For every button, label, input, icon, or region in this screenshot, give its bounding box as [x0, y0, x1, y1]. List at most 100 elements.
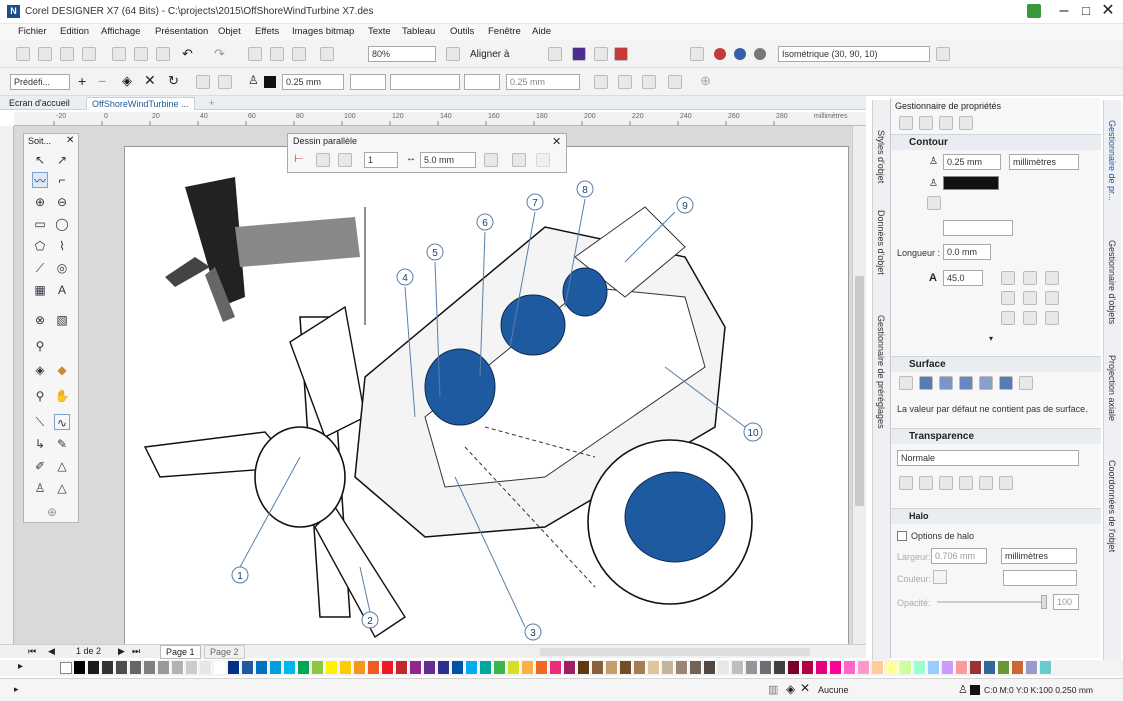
palette-swatch[interactable] — [466, 661, 478, 674]
options-icon[interactable] — [548, 47, 562, 61]
palette-swatch[interactable] — [354, 661, 366, 674]
palette-swatch[interactable] — [550, 661, 562, 674]
contour-section-header[interactable]: Contour — [891, 134, 1101, 150]
cap-butt-icon[interactable] — [1001, 291, 1015, 305]
triangle-tool-icon[interactable]: △ — [54, 458, 70, 474]
cap-round-icon[interactable] — [1023, 291, 1037, 305]
palette-swatch[interactable] — [102, 661, 114, 674]
palette-swatch[interactable] — [242, 661, 254, 674]
palette-swatch[interactable] — [382, 661, 394, 674]
pen-icon[interactable]: ♙ — [248, 73, 259, 87]
redo-icon[interactable]: ↷ — [214, 46, 225, 62]
palette-swatch[interactable] — [578, 661, 590, 674]
parallel-distance-field[interactable]: 5.0 mm — [420, 152, 476, 168]
remove-preset-icon[interactable]: − — [98, 73, 106, 89]
palette-swatch[interactable] — [298, 661, 310, 674]
app-corner-icon[interactable] — [1027, 4, 1041, 18]
menu-fichier[interactable]: Fichier — [18, 26, 47, 37]
zoom-tool-icon[interactable]: ⊕ — [32, 194, 48, 210]
fountain-transparency-icon[interactable] — [939, 476, 953, 490]
add-preset-icon[interactable]: + — [78, 73, 86, 89]
copy-icon[interactable] — [134, 47, 148, 61]
open-icon[interactable] — [38, 47, 52, 61]
expand-chevron-icon[interactable]: ▾ — [989, 334, 993, 343]
tab-property-manager[interactable]: Gestionnaire de pr... — [1107, 120, 1117, 201]
halo-checkbox[interactable] — [897, 531, 907, 541]
palette-swatch[interactable] — [424, 661, 436, 674]
pick-tool-icon[interactable]: ↖ — [32, 152, 48, 168]
halo-color-select[interactable] — [1003, 570, 1077, 586]
cut-icon[interactable] — [112, 47, 126, 61]
palette-swatch[interactable] — [1040, 661, 1052, 674]
parallel-count-field[interactable]: 1 — [364, 152, 398, 168]
bezier-tool-icon[interactable]: ∿ — [54, 414, 70, 430]
palette-swatch[interactable] — [522, 661, 534, 674]
no-fill-icon[interactable] — [899, 376, 913, 390]
fill-tab-icon[interactable] — [919, 116, 933, 130]
menu-outils[interactable]: Outils — [450, 26, 474, 37]
menu-fenetre[interactable]: Fenêtre — [488, 26, 521, 37]
tab-object-manager[interactable]: Gestionnaire d'objets — [1107, 240, 1117, 324]
palette-swatch[interactable] — [690, 661, 702, 674]
gray-sphere-icon[interactable] — [754, 48, 766, 60]
palette-swatch[interactable] — [480, 661, 492, 674]
corner-bevel-icon[interactable] — [1045, 271, 1059, 285]
fill-icon[interactable]: ◈ — [122, 73, 132, 89]
welcome-icon[interactable] — [594, 47, 608, 61]
palette-swatch[interactable] — [144, 661, 156, 674]
search-icon[interactable]: ⚲ — [32, 388, 48, 404]
crop-tool-icon[interactable]: ⌐ — [54, 172, 70, 188]
crosshair-icon[interactable]: ⊕ — [700, 73, 711, 89]
convert-icon[interactable] — [618, 75, 632, 89]
palette-swatch[interactable] — [410, 661, 422, 674]
preset-select[interactable]: Prédéfi... — [10, 74, 70, 90]
position-center-icon[interactable] — [1023, 311, 1037, 325]
line-tool-icon[interactable]: ⟍ — [32, 414, 48, 430]
cap-square-icon[interactable] — [1045, 291, 1059, 305]
palette-swatch[interactable] — [214, 661, 226, 674]
dash-style-select[interactable] — [943, 220, 1013, 236]
menu-edition[interactable]: Edition — [60, 26, 89, 37]
pattern-transparency-icon[interactable] — [959, 476, 973, 490]
palette-swatch[interactable] — [74, 661, 86, 674]
palette-swatch[interactable] — [116, 661, 128, 674]
length-field[interactable]: 0.0 mm — [943, 244, 991, 260]
red-sphere-icon[interactable] — [714, 48, 726, 60]
no-fill-icon[interactable]: ✕ — [144, 72, 156, 89]
ellipse-tool-icon[interactable]: ◯ — [54, 216, 70, 232]
pan-tool-icon[interactable]: ⊖ — [54, 194, 70, 210]
blend-tool-icon[interactable]: ⊗ — [32, 312, 48, 328]
tab-welcome[interactable]: Ecran d'accueil — [4, 97, 75, 110]
uniform-fill-icon[interactable] — [919, 376, 933, 390]
no-transparency-icon[interactable] — [899, 476, 913, 490]
palette-swatch[interactable] — [746, 661, 758, 674]
position-outside-icon[interactable] — [1001, 311, 1015, 325]
palette-swatch[interactable] — [802, 661, 814, 674]
vertical-ruler[interactable] — [0, 126, 14, 652]
angle-field[interactable]: 45.0 — [943, 270, 983, 286]
parallel-mode-icon[interactable]: ⊢ — [294, 152, 304, 165]
palette-swatch[interactable] — [200, 661, 212, 674]
palette-swatch[interactable] — [88, 661, 100, 674]
no-color-swatch[interactable] — [60, 662, 72, 674]
maximize-button[interactable]: □ — [1075, 2, 1097, 20]
join-icon[interactable] — [536, 153, 550, 167]
tab-page-1[interactable]: Page 1 — [160, 645, 201, 659]
contour-color-swatch[interactable] — [943, 176, 999, 190]
outline-width-select[interactable]: 0.25 mm — [282, 74, 344, 90]
menu-images-bitmap[interactable]: Images bitmap — [292, 26, 354, 37]
save-icon[interactable] — [60, 47, 74, 61]
menu-affichage[interactable]: Affichage — [101, 26, 140, 37]
drawing-canvas[interactable]: 1 2 3 4 5 6 7 8 9 10 — [14, 126, 852, 652]
refresh-icon[interactable]: ↻ — [168, 73, 179, 89]
tab-preset-manager[interactable]: Gestionnaire de préréglages — [876, 315, 886, 429]
eyedropper-icon[interactable] — [484, 153, 498, 167]
arrow-shape-icon[interactable]: △ — [54, 480, 70, 496]
arrow-width-field[interactable]: 0.25 mm — [506, 74, 580, 90]
menu-aide[interactable]: Aide — [532, 26, 551, 37]
last-page-icon[interactable]: ⏭ — [132, 646, 140, 657]
export-icon[interactable] — [270, 47, 284, 61]
horizontal-ruler[interactable]: -20 0 20 40 60 80 100 120 140 160 180 20… — [14, 112, 866, 126]
palette-swatch[interactable] — [396, 661, 408, 674]
contour-width-field[interactable]: 0.25 mm — [943, 154, 1001, 170]
